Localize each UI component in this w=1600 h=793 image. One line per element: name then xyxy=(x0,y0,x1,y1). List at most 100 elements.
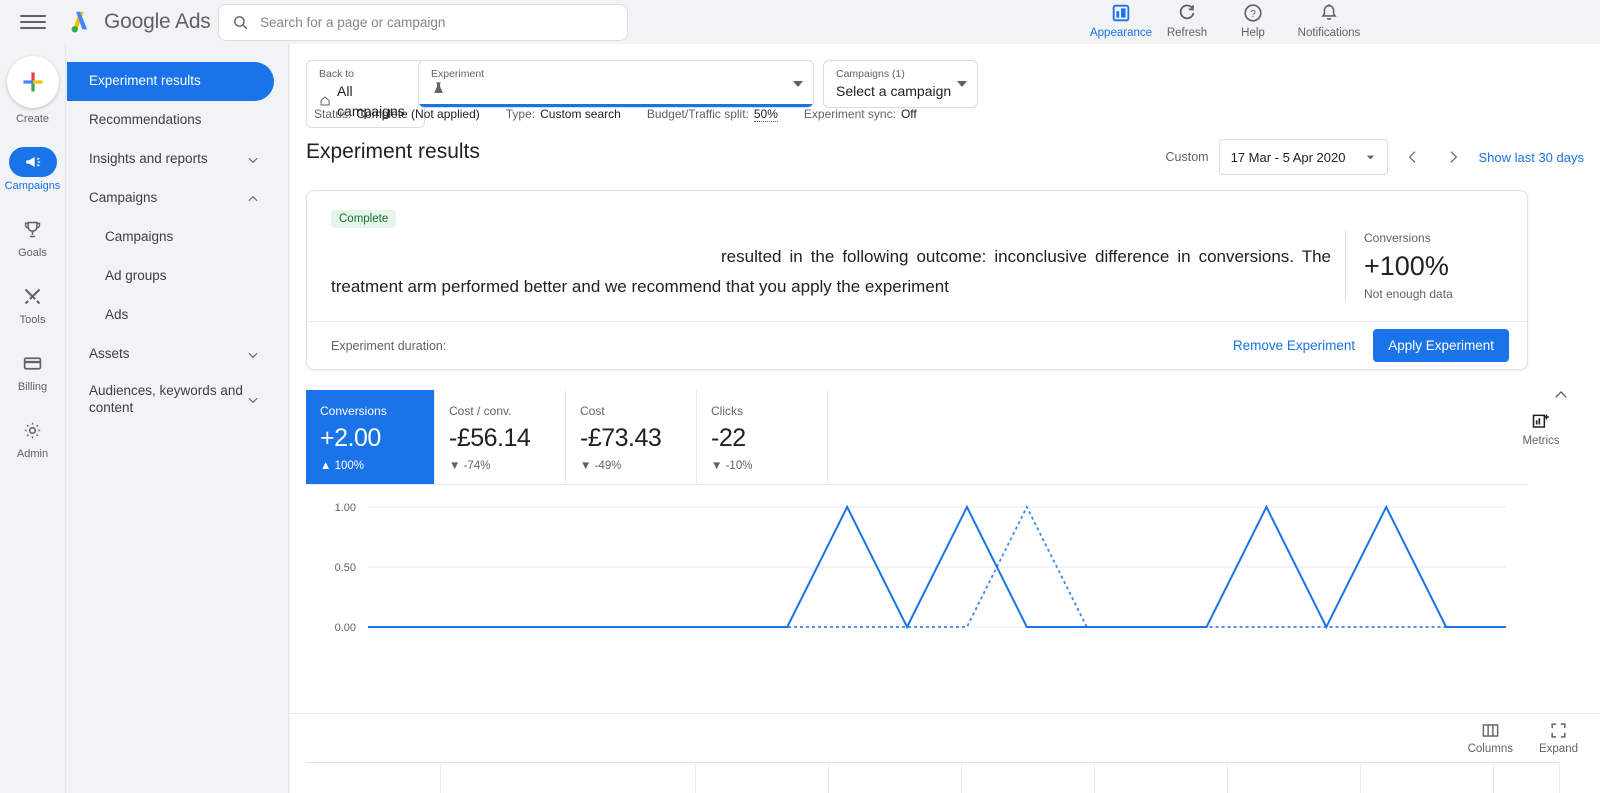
columns-button[interactable]: Columns xyxy=(1468,721,1513,755)
search-icon xyxy=(234,16,248,30)
tools-pill xyxy=(9,281,57,311)
appearance-button[interactable]: Appearance xyxy=(1088,0,1154,39)
status-key: Status: xyxy=(314,107,352,121)
rail-item-goals[interactable]: Goals xyxy=(3,214,63,259)
table-header-cell[interactable] xyxy=(306,763,441,793)
create-button[interactable] xyxy=(6,56,59,108)
metric-delta-value: -74% xyxy=(463,460,491,472)
refresh-icon xyxy=(1179,4,1195,20)
sidebar-item-experiment-results[interactable]: Experiment results xyxy=(67,62,274,101)
sidebar-item-campaigns-group[interactable]: Campaigns xyxy=(67,179,274,218)
chevron-down-icon xyxy=(957,81,967,87)
table-header-cell[interactable] xyxy=(1228,763,1361,793)
chevron-right-icon xyxy=(1451,151,1458,163)
sidebar-item-recommendations[interactable]: Recommendations xyxy=(67,101,274,140)
experiment-result-section: Complete resulted in the following outco… xyxy=(306,190,1584,370)
metrics-button-label: Metrics xyxy=(1522,435,1560,447)
experiment-result-card: Complete resulted in the following outco… xyxy=(306,190,1528,370)
rail-item-tools[interactable]: Tools xyxy=(3,281,63,326)
result-summary-text: resulted in the following outcome: incon… xyxy=(331,247,1331,296)
remove-experiment-button[interactable]: Remove Experiment xyxy=(1233,338,1355,353)
table-header-cell[interactable] xyxy=(1095,763,1228,793)
status-group: Status: Complete (Not applied) xyxy=(314,107,480,121)
sidebar-item-insights-and-reports[interactable]: Insights and reports xyxy=(67,140,274,179)
chevron-down-icon xyxy=(248,397,258,404)
metric-delta-value: -10% xyxy=(725,460,753,472)
sidebar-item-assets[interactable]: Assets xyxy=(67,335,274,374)
page-header: Experiment results Custom 17 Mar - 5 Apr… xyxy=(290,130,1600,190)
metric-label: Cost xyxy=(580,404,605,418)
campaigns-pill xyxy=(8,147,57,177)
experiment-selector[interactable]: Experiment xyxy=(418,60,814,108)
goals-pill xyxy=(9,214,57,244)
table-header-cell[interactable] xyxy=(441,763,696,793)
show-last-30-days-link[interactable]: Show last 30 days xyxy=(1478,150,1584,165)
metric-value: -£73.43 xyxy=(580,424,662,452)
sidebar-item-ads[interactable]: Ads xyxy=(67,296,274,335)
chart-canvas[interactable]: 0.00 0.50 1.00 xyxy=(306,485,1528,645)
result-card-body: Complete resulted in the following outco… xyxy=(307,191,1527,321)
rail-label-billing: Billing xyxy=(17,381,48,393)
expand-button[interactable]: Expand xyxy=(1539,721,1578,755)
conversions-summary-label: Conversions xyxy=(1364,231,1431,245)
table-header-row xyxy=(306,762,1560,793)
bell-icon xyxy=(1321,4,1337,20)
arrow-down-icon: ▼ xyxy=(711,460,723,472)
top-bar: Google Ads Search for a page or campaign… xyxy=(0,0,1600,44)
table-header-cell[interactable] xyxy=(829,763,962,793)
help-button[interactable]: ? Help xyxy=(1220,0,1286,39)
appearance-label: Appearance xyxy=(1089,27,1153,39)
collapse-chart-button[interactable] xyxy=(1552,386,1570,409)
help-icon: ? xyxy=(1244,4,1262,22)
chevron-left-icon xyxy=(1409,151,1416,163)
metric-label: Clicks xyxy=(711,404,743,418)
table-header-cell[interactable] xyxy=(1361,763,1494,793)
metric-card-cost-per-conv[interactable]: Cost / conv. -£56.14 ▼ -74% xyxy=(435,390,566,484)
metrics-button[interactable]: Metrics xyxy=(1510,412,1572,447)
experiment-status-line: Status: Complete (Not applied) Type: Custo… xyxy=(314,107,917,122)
google-ads-logo-icon xyxy=(71,11,88,33)
rail-item-admin[interactable]: Admin xyxy=(3,415,63,460)
previous-period-button[interactable] xyxy=(1398,142,1428,172)
split-value[interactable]: 50% xyxy=(753,107,778,122)
chart-y-tick: 0.00 xyxy=(335,622,356,634)
page-title: Experiment results xyxy=(306,140,480,163)
type-group: Type: Custom search xyxy=(506,107,621,121)
hamburger-icon[interactable] xyxy=(20,9,46,35)
help-label: Help xyxy=(1241,27,1265,39)
next-period-button[interactable] xyxy=(1438,142,1468,172)
rail-item-billing[interactable]: Billing xyxy=(3,348,63,393)
rail-label-tools: Tools xyxy=(19,314,46,326)
sidebar-label: Recommendations xyxy=(89,112,202,128)
sidebar-item-campaigns[interactable]: Campaigns xyxy=(67,218,274,257)
topbar-icon-group: Appearance Refresh ? Help Notifications xyxy=(1088,0,1372,39)
metric-delta: ▼ -10% xyxy=(711,460,813,472)
search-input[interactable]: Search for a page or campaign xyxy=(218,4,628,41)
metric-card-conversions[interactable]: Conversions +2.00 ▲ 100% xyxy=(306,390,435,484)
apply-experiment-button[interactable]: Apply Experiment xyxy=(1373,329,1509,362)
campaign-selector[interactable]: Campaigns (1) Select a campaign xyxy=(823,60,978,108)
metric-card-clicks[interactable]: Clicks -22 ▼ -10% xyxy=(697,390,828,484)
sidebar-nav: Experiment results Recommendations Insig… xyxy=(67,44,289,793)
metric-card-cost[interactable]: Cost -£73.43 ▼ -49% xyxy=(566,390,697,484)
table-header-cell[interactable] xyxy=(1494,763,1560,793)
status-badge: Complete xyxy=(331,210,397,228)
brand-secondary: Ads xyxy=(175,10,211,33)
sidebar-label: Ads xyxy=(105,307,129,323)
table-header-cell[interactable] xyxy=(962,763,1095,793)
gear-icon xyxy=(24,421,41,439)
sidebar-item-audiences-keywords-content[interactable]: Audiences, keywords and content xyxy=(67,374,274,426)
metric-value: -£56.14 xyxy=(449,424,531,452)
billing-pill xyxy=(9,348,57,378)
brand-logo-group[interactable]: Google Ads xyxy=(68,9,211,35)
flask-icon xyxy=(434,82,443,93)
refresh-button[interactable]: Refresh xyxy=(1154,0,1220,39)
date-range-value: 17 Mar - 5 Apr 2020 xyxy=(1230,149,1346,165)
table-header-cell[interactable] xyxy=(696,763,829,793)
date-range-selector[interactable]: 17 Mar - 5 Apr 2020 xyxy=(1218,139,1389,175)
sidebar-item-ad-groups[interactable]: Ad groups xyxy=(67,257,274,296)
chevron-up-icon xyxy=(248,195,258,201)
notifications-button[interactable]: Notifications xyxy=(1286,0,1372,39)
experiment-caption: Experiment xyxy=(431,68,485,80)
rail-item-campaigns[interactable]: Campaigns xyxy=(3,147,63,192)
